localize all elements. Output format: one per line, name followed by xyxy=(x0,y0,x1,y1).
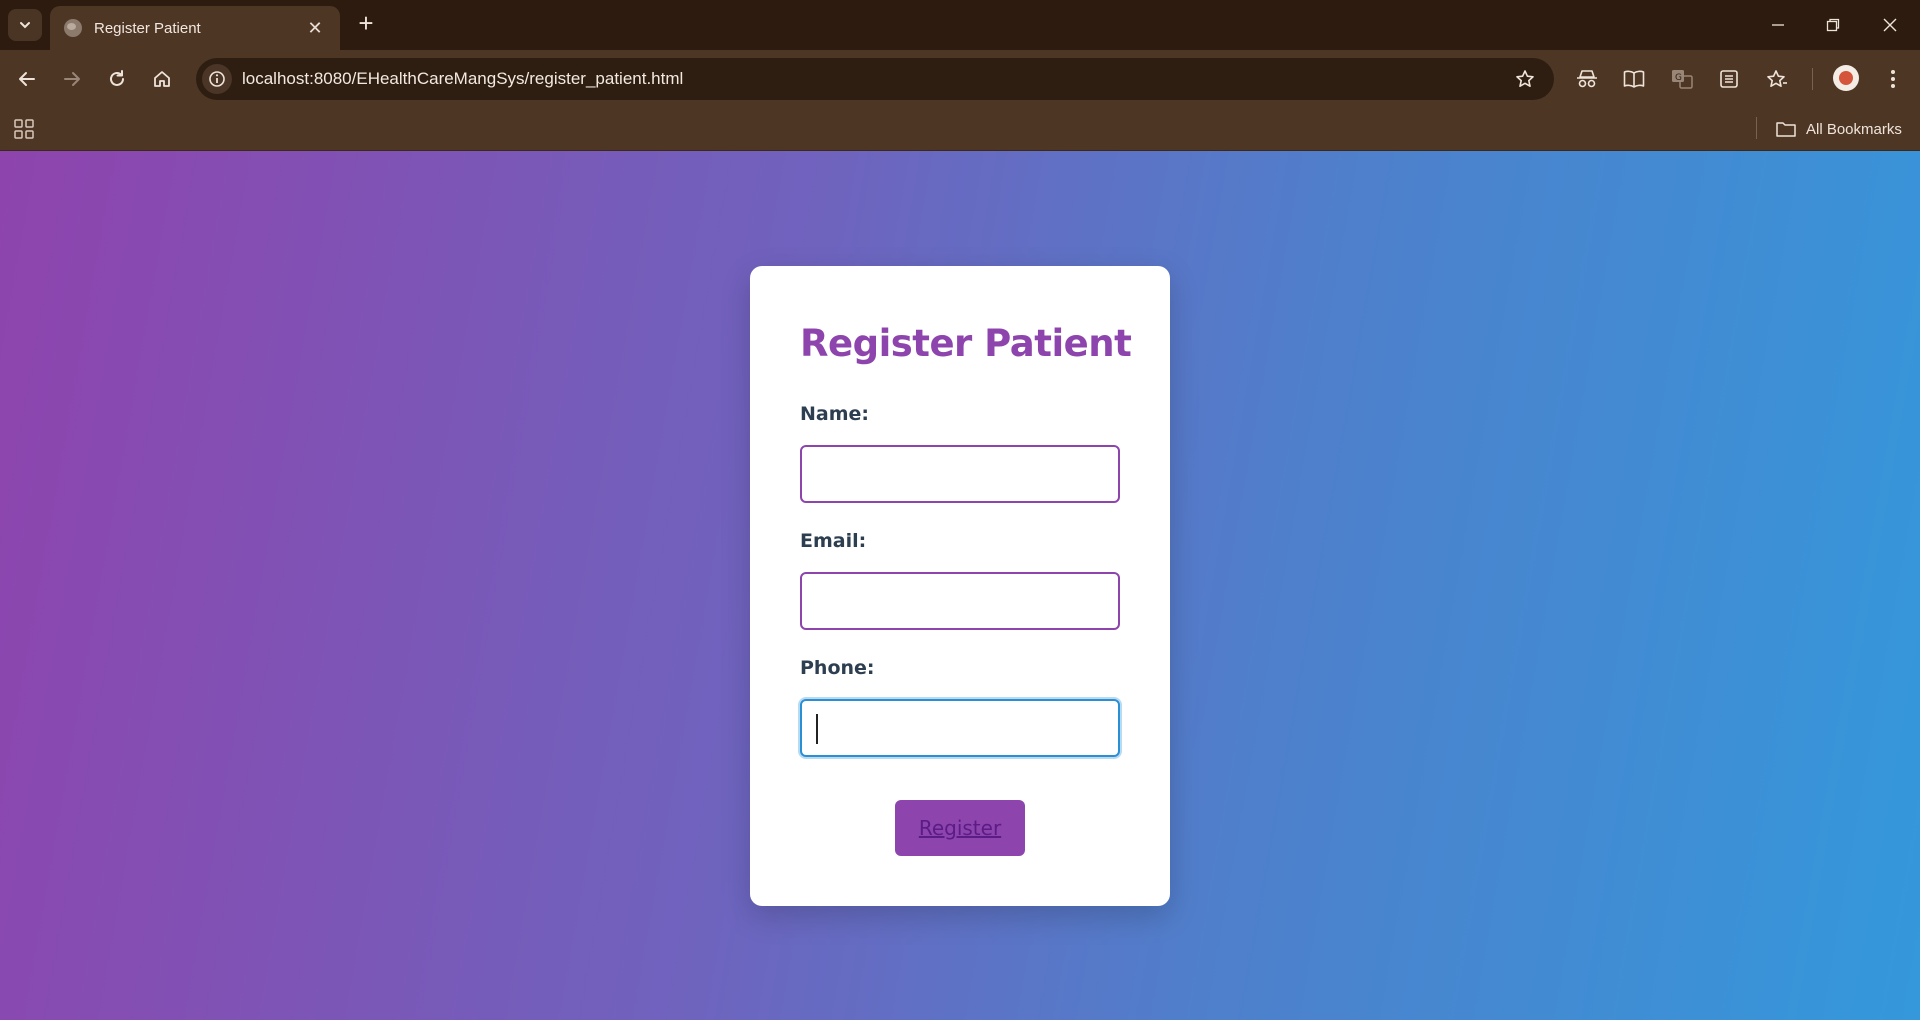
star-icon xyxy=(1516,70,1534,87)
text-caret xyxy=(816,714,818,744)
close-icon xyxy=(1883,18,1897,32)
tab-close-icon[interactable]: ✕ xyxy=(304,18,326,39)
restore-button[interactable] xyxy=(1811,8,1855,42)
bookmark-page-button[interactable] xyxy=(1512,66,1538,92)
all-bookmarks-label: All Bookmarks xyxy=(1806,120,1902,138)
reload-button[interactable] xyxy=(100,62,134,96)
page-background: Register Patient Name: Email: Phone: Reg… xyxy=(0,151,1920,1020)
minimize-button[interactable] xyxy=(1756,8,1800,42)
chevron-down-icon xyxy=(20,22,30,29)
restore-icon xyxy=(1826,18,1840,32)
tab-title: Register Patient xyxy=(94,19,201,37)
reading-list-icon xyxy=(1720,70,1738,88)
register-form-card: Register Patient Name: Email: Phone: Reg… xyxy=(750,266,1170,906)
all-bookmarks-button[interactable]: All Bookmarks xyxy=(1776,115,1902,143)
arrow-right-icon xyxy=(64,72,80,86)
minimize-icon xyxy=(1772,24,1784,26)
name-input[interactable] xyxy=(800,445,1120,503)
home-icon xyxy=(154,71,170,87)
site-info-button[interactable] xyxy=(202,64,232,94)
name-label: Name: xyxy=(800,403,870,425)
incognito-icon xyxy=(1577,70,1597,88)
active-tab[interactable]: Register Patient ✕ xyxy=(50,6,340,50)
email-input[interactable] xyxy=(800,572,1120,630)
address-bar[interactable]: localhost:8080/EHealthCareMangSys/regist… xyxy=(196,58,1554,100)
new-tab-button[interactable]: + xyxy=(352,10,380,38)
apps-button[interactable] xyxy=(13,118,35,140)
svg-text:G: G xyxy=(1675,73,1682,83)
folder-icon xyxy=(1776,121,1796,137)
info-icon xyxy=(209,71,225,87)
translate-icon: G xyxy=(1672,70,1693,89)
phone-label: Phone: xyxy=(800,657,875,679)
more-vertical-icon xyxy=(1891,70,1895,88)
register-button[interactable]: Register xyxy=(895,800,1025,856)
url-text[interactable]: localhost:8080/EHealthCareMangSys/regist… xyxy=(242,69,1554,89)
arrow-left-icon xyxy=(19,72,35,86)
apps-grid-icon xyxy=(14,119,34,139)
bookmarks-star-icon xyxy=(1767,70,1787,87)
home-button[interactable] xyxy=(145,62,179,96)
globe-icon xyxy=(64,19,82,37)
bookmarks-divider xyxy=(1756,117,1757,139)
avatar-icon xyxy=(1839,71,1853,85)
tab-search-button[interactable] xyxy=(8,9,42,41)
translate-button[interactable]: G xyxy=(1667,64,1697,94)
incognito-extension-button[interactable] xyxy=(1572,64,1602,94)
reading-mode-button[interactable] xyxy=(1619,64,1649,94)
page-title: Register Patient xyxy=(800,322,1132,365)
toolbar-divider xyxy=(1812,68,1813,90)
reading-list-button[interactable] xyxy=(1714,64,1744,94)
title-bar: Register Patient ✕ + xyxy=(0,0,1920,50)
browser-toolbar: localhost:8080/EHealthCareMangSys/regist… xyxy=(0,50,1920,108)
phone-input[interactable] xyxy=(800,699,1120,757)
back-button[interactable] xyxy=(10,62,44,96)
bookmarks-panel-button[interactable] xyxy=(1762,64,1792,94)
close-window-button[interactable] xyxy=(1868,8,1912,42)
browser-menu-button[interactable] xyxy=(1878,64,1908,94)
email-label: Email: xyxy=(800,530,867,552)
reload-icon xyxy=(110,70,124,86)
forward-button[interactable] xyxy=(55,62,89,96)
profile-avatar[interactable] xyxy=(1833,65,1859,91)
bookmarks-bar: All Bookmarks xyxy=(0,108,1920,151)
reading-mode-icon xyxy=(1623,70,1645,88)
